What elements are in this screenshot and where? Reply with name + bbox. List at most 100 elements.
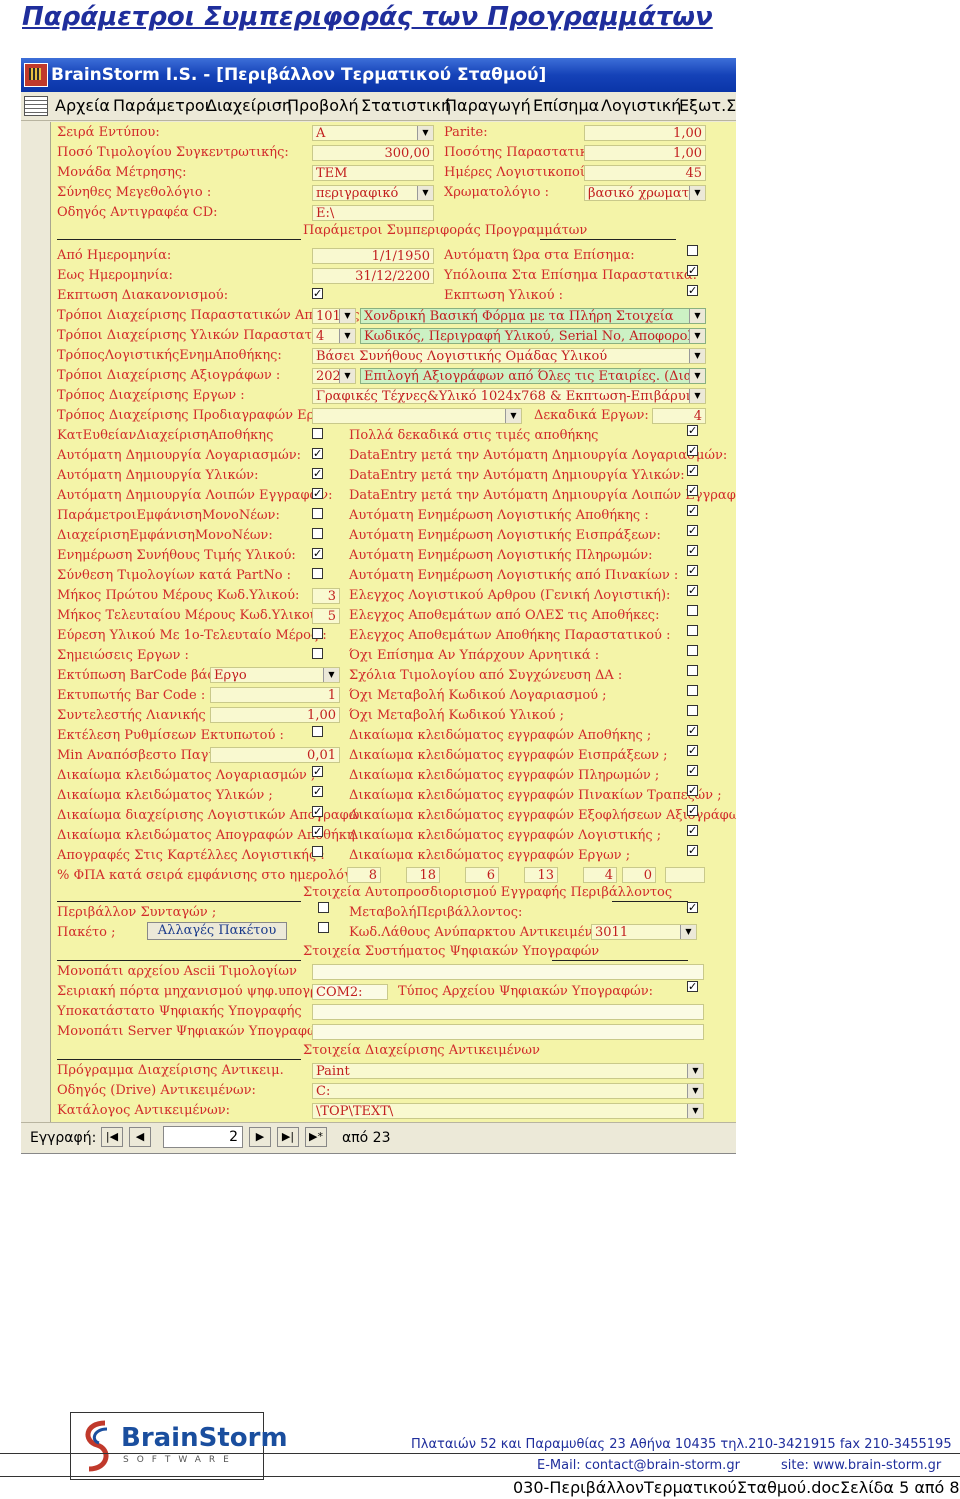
previous-record-icon[interactable]: ◀	[129, 1127, 151, 1147]
perivallon-checkbox[interactable]	[318, 902, 329, 913]
xromatologio-select[interactable]: βασικό χρωματολ ▼	[584, 185, 706, 201]
new-record-icon[interactable]: ▶*	[305, 1127, 327, 1147]
seira-select[interactable]: A ▼	[312, 125, 434, 141]
right-checkbox[interactable]	[687, 685, 698, 696]
fpa-field-6[interactable]: 0	[622, 867, 656, 883]
next-record-icon[interactable]: ▶	[249, 1127, 271, 1147]
menu-item-episima[interactable]: Επίσημα	[533, 96, 599, 115]
right-checkbox[interactable]	[687, 625, 698, 636]
fpa-field-7[interactable]	[665, 867, 705, 883]
app-icon[interactable]	[24, 63, 48, 87]
lock-ylikon-checkbox[interactable]: ✓	[312, 786, 323, 797]
right-checkbox[interactable]: ✓	[687, 845, 698, 856]
last-record-icon[interactable]: ▶|	[277, 1127, 299, 1147]
monopati-field[interactable]	[312, 964, 704, 980]
fpa-field-3[interactable]: 6	[465, 867, 499, 883]
document-menu-icon[interactable]	[24, 96, 48, 116]
fpa-field-2[interactable]: 18	[406, 867, 440, 883]
erga-select[interactable]: Γραφικές Τέχνες&Υλικό 1024x768 & Εκπτωση…	[312, 388, 706, 404]
ekptosi-checkbox[interactable]: ✓	[312, 288, 323, 299]
record-selector[interactable]	[21, 122, 51, 1122]
menu-item-parametroi[interactable]: Παράμετροι	[113, 96, 210, 115]
simeioseis-checkbox[interactable]	[312, 648, 323, 659]
programma-select[interactable]: Paint ▼	[312, 1063, 704, 1079]
ora-checkbox[interactable]	[687, 245, 698, 256]
lock-apografon-checkbox[interactable]: ✓	[312, 826, 323, 837]
metavoli-checkbox[interactable]: ✓	[687, 902, 698, 913]
axiografa-select[interactable]: Επιλογή Αξιογράφων από Όλες τις Εταιρίες…	[360, 368, 706, 384]
left-checkbox[interactable]	[312, 568, 323, 579]
evresi-checkbox[interactable]	[312, 628, 323, 639]
right-checkbox[interactable]: ✓	[687, 505, 698, 516]
barcode-basei-select[interactable]: Εργο ▼	[210, 667, 340, 683]
ypokatastato-field[interactable]	[312, 1004, 704, 1020]
imeres-field[interactable]: 45	[584, 165, 706, 181]
paketo-checkbox[interactable]	[318, 922, 329, 933]
seiriaki-field[interactable]: COM2:	[312, 984, 388, 1000]
left-checkbox[interactable]: ✓	[312, 488, 323, 499]
right-checkbox[interactable]: ✓	[687, 445, 698, 456]
lock-logariasmon-checkbox[interactable]: ✓	[312, 766, 323, 777]
menu-item-diaxeirisi[interactable]: Διαχείριση	[206, 96, 292, 115]
right-checkbox[interactable]: ✓	[687, 565, 698, 576]
right-checkbox[interactable]: ✓	[687, 525, 698, 536]
poso-field[interactable]: 300,00	[312, 145, 434, 161]
syntelestis-field[interactable]: 1,00	[210, 707, 340, 723]
tropoi-apothikis-select[interactable]: Χονδρική Βασική Φόρμα με τα Πλήρη Στοιχε…	[360, 308, 706, 324]
apo-date-field[interactable]: 1/1/1950	[312, 248, 434, 264]
left-checkbox[interactable]	[312, 528, 323, 539]
ekptosi-ylikou-checkbox[interactable]: ✓	[687, 285, 698, 296]
left-checkbox[interactable]: ✓	[312, 468, 323, 479]
footer-email[interactable]: E-Mail: contact@brain-storm.gr	[537, 1458, 740, 1473]
menu-item-exot[interactable]: Εξωτ.Συ	[679, 96, 736, 115]
right-checkbox[interactable]: ✓	[687, 425, 698, 436]
right-checkbox[interactable]	[687, 645, 698, 656]
right-checkbox[interactable]: ✓	[687, 785, 698, 796]
right-checkbox[interactable]: ✓	[687, 745, 698, 756]
left-checkbox[interactable]	[312, 428, 323, 439]
right-checkbox[interactable]	[687, 665, 698, 676]
kod-lathous-select[interactable]: 3011 ▼	[591, 924, 697, 940]
axiografa-code[interactable]: 202 ▼	[312, 368, 356, 384]
apografes-checkbox[interactable]	[312, 846, 323, 857]
right-checkbox[interactable]: ✓	[687, 725, 698, 736]
menu-item-statistiki[interactable]: Στατιστική	[361, 96, 451, 115]
eos-date-field[interactable]: 31/12/2200	[312, 268, 434, 284]
right-checkbox[interactable]: ✓	[687, 765, 698, 776]
tropoi-ylikon-code[interactable]: 4 ▼	[312, 328, 356, 344]
fpa-field-1[interactable]: 8	[347, 867, 381, 883]
right-checkbox[interactable]: ✓	[687, 485, 698, 496]
monada-field[interactable]: TEM	[312, 165, 434, 181]
right-checkbox[interactable]: ✓	[687, 825, 698, 836]
tropoi-ylikon-select[interactable]: Κωδικός, Περιγραφή Υλικού, Serial No, Απ…	[360, 328, 706, 344]
megethologio-select[interactable]: περιγραφικό ▼	[312, 185, 434, 201]
logistiki-select[interactable]: Βάσει Συνήθους Λογιστικής Ομάδας Υλικού ▼	[312, 348, 706, 364]
fpa-field-4[interactable]: 13	[524, 867, 558, 883]
first-record-icon[interactable]: |◀	[101, 1127, 123, 1147]
left-checkbox[interactable]: ✓	[312, 548, 323, 559]
right-checkbox[interactable]: ✓	[687, 585, 698, 596]
menu-item-paragogi[interactable]: Παραγωγή	[445, 96, 531, 115]
right-checkbox[interactable]: ✓	[687, 465, 698, 476]
barcode-printer-field[interactable]: 1	[210, 687, 340, 703]
left-checkbox[interactable]	[312, 508, 323, 519]
right-checkbox[interactable]	[687, 705, 698, 716]
cd-field[interactable]: E:\	[312, 205, 434, 221]
ektelesi-checkbox[interactable]	[312, 726, 323, 737]
mikos-protou-field[interactable]: 3	[312, 588, 340, 604]
tropoi-apothikis-code[interactable]: 101 ▼	[312, 308, 356, 324]
footer-site[interactable]: site: www.brain-storm.gr	[781, 1458, 941, 1473]
ypoloipa-checkbox[interactable]: ✓	[687, 265, 698, 276]
prodiagrafes-select[interactable]: ▼	[312, 408, 522, 424]
right-checkbox[interactable]: ✓	[687, 805, 698, 816]
fpa-field-5[interactable]: 4	[583, 867, 617, 883]
menu-item-provoli[interactable]: Προβολή	[287, 96, 359, 115]
server-field[interactable]	[312, 1024, 704, 1040]
right-checkbox[interactable]	[687, 605, 698, 616]
menu-item-archeia[interactable]: Αρχεία	[55, 96, 110, 115]
mikos-teleutaiou-field[interactable]: 5	[312, 608, 340, 624]
right-checkbox[interactable]: ✓	[687, 545, 698, 556]
left-checkbox[interactable]: ✓	[312, 448, 323, 459]
posotita-field[interactable]: 1,00	[584, 145, 706, 161]
record-number-input[interactable]: 2	[163, 1126, 243, 1148]
